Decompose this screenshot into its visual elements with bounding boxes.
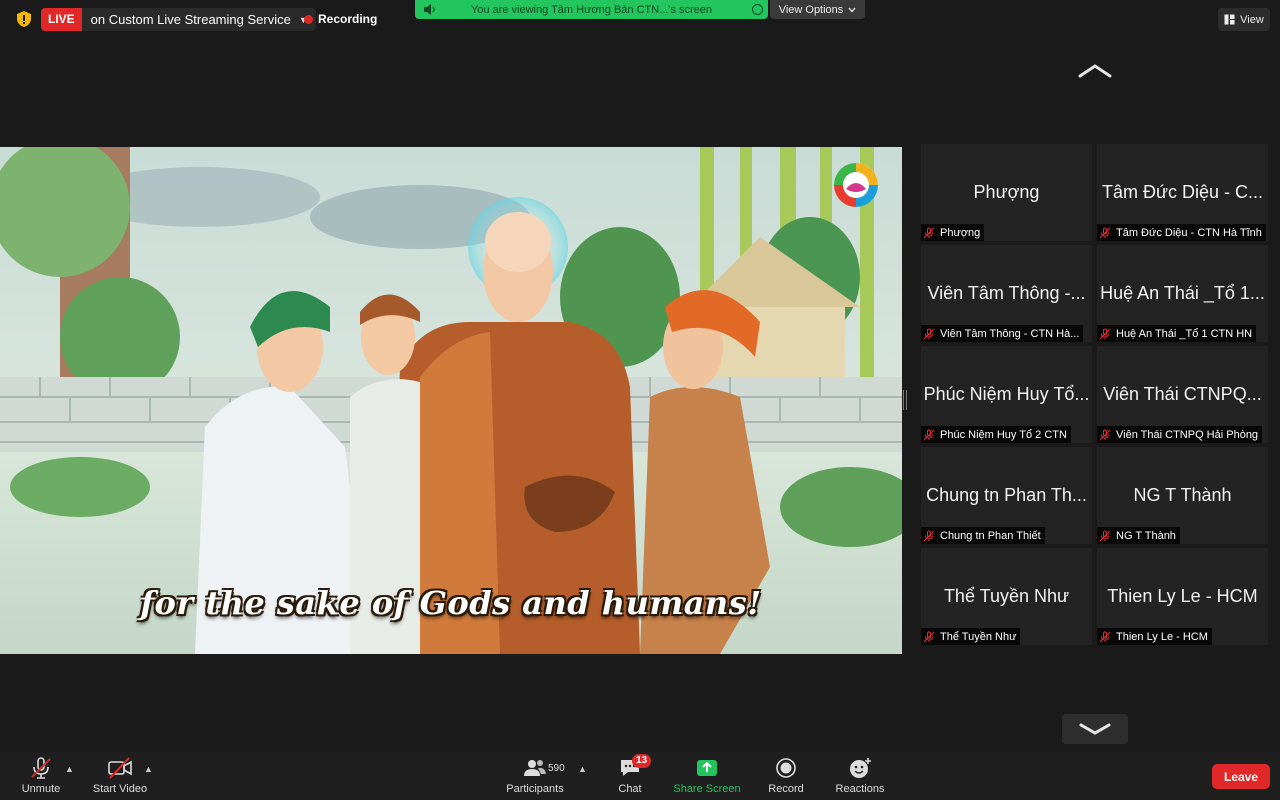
muted-microphone-icon (31, 757, 51, 779)
share-screen-icon (697, 760, 717, 776)
chat-unread-badge: 13 (632, 754, 652, 768)
chat-label: Chat (618, 783, 642, 795)
participant-tile[interactable]: Thể Tuyền Như Thể Tuyền Như (921, 548, 1092, 645)
record-icon (776, 758, 796, 778)
live-stream-dropdown[interactable]: LIVE on Custom Live Streaming Service ▼ (41, 8, 316, 31)
participant-tile[interactable]: Phượng Phượng (921, 144, 1092, 241)
share-screen-button[interactable]: Share Screen (670, 752, 744, 800)
shared-screen[interactable]: for the sake of Gods and humans! (0, 147, 902, 654)
participants-label: Participants (506, 783, 564, 795)
participants-count: 590 (548, 763, 565, 774)
video-options-caret-icon[interactable]: ▲ (144, 764, 153, 774)
muted-microphone-icon (923, 328, 935, 339)
view-options-button[interactable]: View Options (770, 0, 865, 19)
participant-tile[interactable]: Thien Ly Le - HCM Thien Ly Le - HCM (1097, 548, 1268, 645)
start-video-button[interactable]: Start Video (88, 752, 152, 800)
speaker-icon (424, 4, 435, 15)
participant-name-label: Phượng (921, 224, 985, 241)
participant-name-label: Thien Ly Le - HCM (1097, 628, 1212, 645)
status-circle-icon (752, 4, 763, 15)
muted-microphone-icon (923, 429, 935, 440)
participant-name-label: Viên Tâm Thông - CTN Hà... (921, 325, 1084, 342)
participants-button[interactable]: Participants (502, 752, 568, 800)
muted-microphone-icon (923, 530, 935, 541)
participant-name-text: Viên Thái CTNPQ Hải Phòng (1116, 428, 1259, 441)
record-dot-icon (304, 14, 313, 24)
muted-microphone-icon (1099, 530, 1111, 541)
participant-name-text: Thể Tuyền Như (940, 630, 1017, 643)
unmute-button[interactable]: Unmute (16, 752, 66, 800)
participant-name-text: Huệ An Thái _Tổ 1 CTN HN (1116, 327, 1253, 340)
shared-screen-illustration (0, 147, 902, 654)
participant-tile[interactable]: NG T Thành NG T Thành (1097, 447, 1268, 544)
video-subtitle: for the sake of Gods and humans! (140, 584, 762, 622)
start-video-label: Start Video (92, 783, 148, 795)
viewing-banner: You are viewing Tâm Hương Bản CTN...'s s… (415, 0, 768, 19)
muted-microphone-icon (923, 631, 935, 642)
gallery-scroll-down-button[interactable] (1062, 714, 1128, 744)
reactions-smiley-icon (850, 758, 871, 778)
muted-microphone-icon (1099, 227, 1111, 238)
reactions-button[interactable]: Reactions (832, 752, 888, 800)
participant-tile[interactable]: Phúc Niệm Huy Tổ... Phúc Niệm Huy Tổ 2 CT… (921, 346, 1092, 443)
participants-icon (524, 760, 546, 776)
chevron-down-icon (848, 7, 856, 12)
reactions-label: Reactions (835, 783, 885, 795)
grid-view-icon (1224, 14, 1235, 25)
participant-tile[interactable]: Tâm Đức Diệu - C... Tâm Đức Diệu - CTN Hà… (1097, 144, 1268, 241)
participant-name-label: Viên Thái CTNPQ Hải Phòng (1097, 426, 1263, 443)
record-button[interactable]: Record (764, 752, 808, 800)
participant-name-text: Thien Ly Le - HCM (1116, 630, 1208, 643)
record-label: Record (768, 783, 804, 795)
meeting-window: LIVE on Custom Live Streaming Service ▼ … (0, 0, 1280, 800)
panel-resize-handle[interactable] (903, 390, 907, 410)
participant-name-text: Chung tn Phan Thiết (940, 529, 1041, 542)
participant-name-label: Thể Tuyền Như (921, 628, 1021, 645)
top-bar: LIVE on Custom Live Streaming Service ▼ … (0, 0, 1280, 40)
video-off-icon (108, 757, 132, 779)
meeting-toolbar: Unmute ▲ Start Video ▲ Participants 590 … (0, 752, 1280, 800)
live-tag: LIVE (41, 8, 82, 31)
muted-microphone-icon (1099, 328, 1111, 339)
muted-microphone-icon (1099, 631, 1111, 642)
gallery-scroll-up-button[interactable] (1076, 60, 1114, 84)
leave-button[interactable]: Leave (1212, 764, 1270, 789)
participant-name-label: Huệ An Thái _Tổ 1 CTN HN (1097, 325, 1257, 342)
viewing-label: You are viewing Tâm Hương Bản CTN...'s s… (470, 3, 713, 16)
participant-name-label: Phúc Niệm Huy Tổ 2 CTN (921, 426, 1071, 443)
participant-tile[interactable]: Viên Thái CTNPQ... Viên Thái CTNPQ Hải Ph… (1097, 346, 1268, 443)
view-button[interactable]: View (1218, 8, 1270, 31)
participant-name-label: NG T Thành (1097, 527, 1180, 544)
unmute-label: Unmute (21, 783, 61, 795)
share-screen-label: Share Screen (673, 783, 741, 795)
participant-name-text: Viên Tâm Thông - CTN Hà... (940, 327, 1080, 340)
chevron-down-icon (1079, 723, 1111, 735)
recording-label: Recording (318, 12, 378, 26)
participant-name-text: Phúc Niệm Huy Tổ 2 CTN (940, 428, 1067, 441)
participant-tile[interactable]: Viên Tâm Thông -... Viên Tâm Thông - CTN … (921, 245, 1092, 342)
recording-indicator[interactable]: Recording (304, 12, 377, 26)
participant-tile[interactable]: Huệ An Thái _Tổ 1... Huệ An Thái _Tổ 1 CT… (1097, 245, 1268, 342)
view-label: View (1240, 13, 1264, 26)
muted-microphone-icon (923, 227, 935, 238)
muted-microphone-icon (1099, 429, 1111, 440)
live-stream-label: on Custom Live Streaming Service (90, 12, 291, 27)
participant-name-text: NG T Thành (1116, 529, 1176, 542)
security-shield-icon[interactable] (15, 10, 33, 28)
audio-options-caret-icon[interactable]: ▲ (65, 764, 74, 774)
participant-name-text: Phượng (940, 226, 981, 239)
participant-tile[interactable]: Chung tn Phan Th... Chung tn Phan Thiết (921, 447, 1092, 544)
channel-logo (834, 163, 878, 207)
view-options-label: View Options (778, 3, 844, 16)
chevron-up-icon (1078, 64, 1112, 78)
participant-name-label: Tâm Đức Diệu - CTN Hà Tĩnh (1097, 224, 1266, 241)
participant-name-label: Chung tn Phan Thiết (921, 527, 1045, 544)
participants-options-caret-icon[interactable]: ▲ (578, 764, 587, 774)
participant-name-text: Tâm Đức Diệu - CTN Hà Tĩnh (1116, 226, 1262, 239)
